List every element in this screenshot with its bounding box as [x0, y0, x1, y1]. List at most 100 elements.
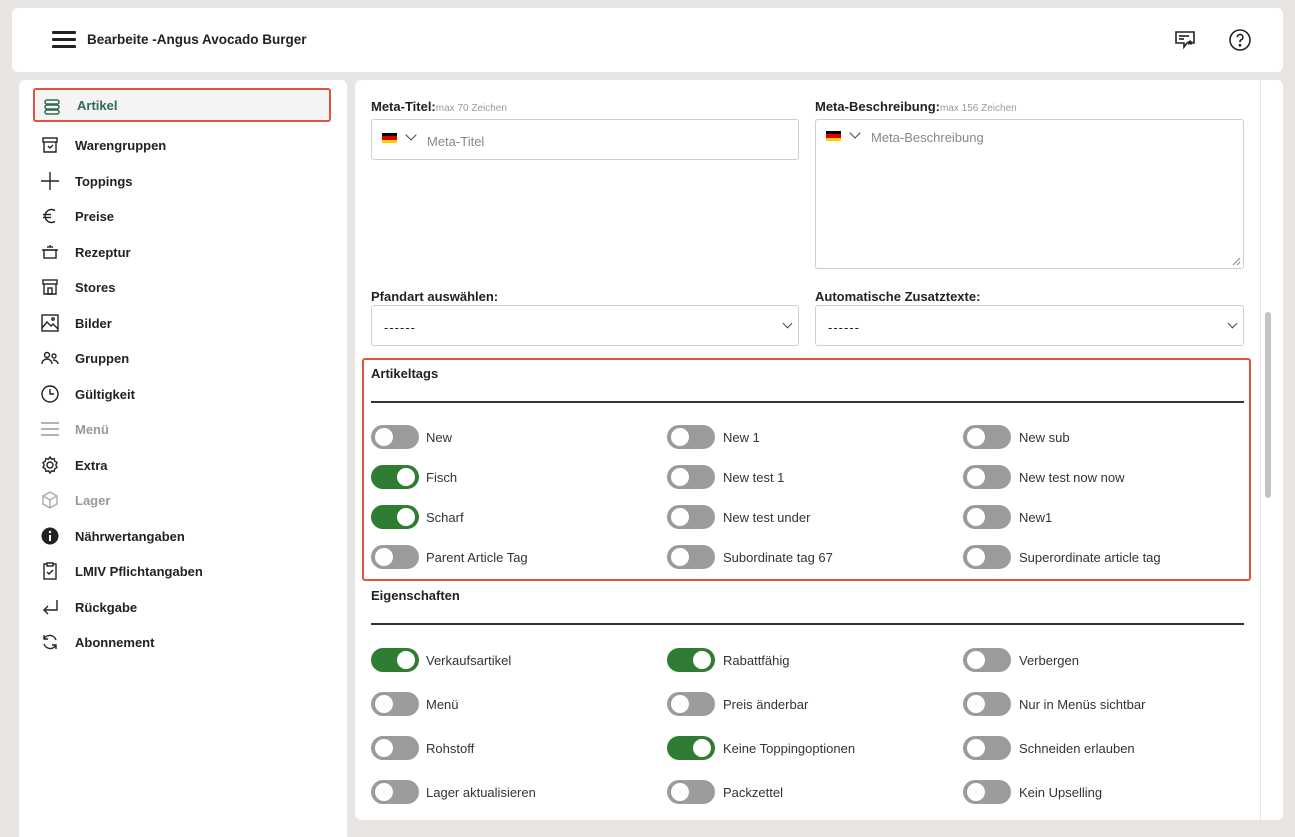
- toggle-tag-new-1[interactable]: [667, 425, 715, 449]
- toggle-label: New test under: [723, 510, 811, 525]
- toggle-tag-new[interactable]: [371, 425, 419, 449]
- pot-icon: [41, 243, 59, 261]
- sidebar-item-rezeptur[interactable]: Rezeptur: [33, 235, 331, 269]
- toggle-kein-upselling[interactable]: [963, 780, 1011, 804]
- toggle-tag-subordinate-tag-67[interactable]: [667, 545, 715, 569]
- zusatztexte-label: Automatische Zusatztexte:: [815, 289, 981, 304]
- toggle-tag-new-test-now-now[interactable]: [963, 465, 1011, 489]
- sidebar-item-label: Bilder: [75, 315, 112, 331]
- toggle-lager-aktualisieren[interactable]: [371, 780, 419, 804]
- pfandart-label: Pfandart auswählen:: [371, 289, 499, 304]
- toggle-verbergen[interactable]: [963, 648, 1011, 672]
- store-icon: [41, 278, 59, 296]
- stack-icon: [43, 98, 61, 116]
- section-divider: [371, 623, 1244, 625]
- cube-icon: [41, 491, 59, 509]
- sidebar-item-label: Preise: [75, 208, 115, 224]
- toggle-label: Rohstoff: [426, 741, 475, 756]
- sidebar-item-artikel[interactable]: Artikel: [33, 88, 331, 122]
- sidebar-item-label: Rückgabe: [75, 599, 138, 615]
- clock-icon: [41, 385, 59, 403]
- toggle-tag-new-sub[interactable]: [963, 425, 1011, 449]
- toggle-tag-new-test-under[interactable]: [667, 505, 715, 529]
- toggle-label: Preis änderbar: [723, 697, 809, 712]
- sidebar-item-warengruppen[interactable]: Warengruppen: [33, 128, 331, 162]
- sidebar-item-label: Warengruppen: [75, 137, 167, 153]
- toggle-nur-in-menues-sichtbar[interactable]: [963, 692, 1011, 716]
- toggle-tag-new-test-1[interactable]: [667, 465, 715, 489]
- sidebar-item-label: Toppings: [75, 173, 133, 189]
- toggle-preis-aenderbar[interactable]: [667, 692, 715, 716]
- image-icon: [41, 314, 59, 332]
- sidebar-item-gueltigkeit[interactable]: Gültigkeit: [33, 377, 331, 411]
- scrollbar-thumb[interactable]: [1265, 312, 1271, 498]
- toggle-verkaufsartikel[interactable]: [371, 648, 419, 672]
- toggle-tag-parent-article-tag[interactable]: [371, 545, 419, 569]
- section-divider: [371, 401, 1244, 403]
- toggle-tag-fisch[interactable]: [371, 465, 419, 489]
- sidebar-item-gruppen[interactable]: Gruppen: [33, 341, 331, 375]
- sidebar-item-stores[interactable]: Stores: [33, 270, 331, 304]
- toggle-keine-toppingoptionen[interactable]: [667, 736, 715, 760]
- artikeltags-title: Artikeltags: [371, 366, 439, 381]
- meta-description-textarea[interactable]: Meta-Beschreibung: [815, 119, 1244, 269]
- sidebar-item-naehrwertangaben[interactable]: Nährwertangaben: [33, 519, 331, 553]
- toggle-label: Superordinate article tag: [1019, 550, 1161, 565]
- toggle-label: Nur in Menüs sichtbar: [1019, 697, 1146, 712]
- chat-star-icon[interactable]: [1173, 28, 1197, 52]
- resize-handle-icon[interactable]: [1231, 256, 1241, 266]
- zusatztexte-value: ------: [828, 320, 860, 335]
- sidebar-item-label: Stores: [75, 279, 116, 295]
- toggle-label: Keine Toppingoptionen: [723, 741, 856, 756]
- sidebar-item-preise[interactable]: Preise: [33, 199, 331, 233]
- sidebar-item-bilder[interactable]: Bilder: [33, 306, 331, 340]
- toggle-tag-superordinate-article-tag[interactable]: [963, 545, 1011, 569]
- sidebar-item-label: Abonnement: [75, 634, 155, 650]
- hamburger-menu-icon[interactable]: [52, 31, 76, 49]
- meta-description-label: Meta-Beschreibung:max 156 Zeichen: [815, 99, 1017, 114]
- toggle-label: Verbergen: [1019, 653, 1079, 668]
- meta-title-label: Meta-Titel:max 70 Zeichen: [371, 99, 507, 114]
- sidebar-item-toppings[interactable]: Toppings: [33, 164, 331, 198]
- help-circle-icon[interactable]: [1228, 28, 1252, 52]
- pfandart-value: ------: [384, 320, 416, 335]
- box-icon: [41, 136, 59, 154]
- zusatztexte-select[interactable]: ------: [815, 305, 1244, 346]
- toggle-label: Scharf: [426, 510, 464, 525]
- sidebar-item-rueckgabe[interactable]: Rückgabe: [33, 590, 331, 624]
- info-icon: [41, 527, 59, 545]
- meta-title-hint: max 70 Zeichen: [435, 103, 507, 114]
- toggle-schneiden-erlauben[interactable]: [963, 736, 1011, 760]
- toggle-label: New test now now: [1019, 470, 1125, 485]
- toggle-tag-new1[interactable]: [963, 505, 1011, 529]
- toggle-menue[interactable]: [371, 692, 419, 716]
- sidebar-item-label: Nährwertangaben: [75, 528, 185, 544]
- sidebar-item-lager[interactable]: Lager: [33, 483, 331, 517]
- sidebar-item-label: Extra: [75, 457, 108, 473]
- toggle-tag-scharf[interactable]: [371, 505, 419, 529]
- sidebar-item-label: Gruppen: [75, 350, 130, 366]
- chevron-down-icon[interactable]: [849, 127, 861, 139]
- toggle-packzettel[interactable]: [667, 780, 715, 804]
- scrollbar-track: [1260, 80, 1261, 820]
- sidebar-item-abonnement[interactable]: Abonnement: [33, 625, 331, 659]
- clipboard-check-icon: [41, 562, 59, 580]
- meta-title-input[interactable]: Meta-Titel: [371, 119, 799, 160]
- sidebar-item-lmiv[interactable]: LMIV Pflichtangaben: [33, 554, 331, 588]
- sidebar-item-label: Menü: [75, 421, 109, 437]
- toggle-label: Fisch: [426, 470, 458, 485]
- toggle-label: Lager aktualisieren: [426, 785, 536, 800]
- de-flag-icon: [382, 133, 397, 143]
- sidebar-item-extra[interactable]: Extra: [33, 448, 331, 482]
- refresh-icon: [41, 633, 59, 651]
- sidebar-item-label: LMIV Pflichtangaben: [75, 563, 203, 579]
- pfandart-select[interactable]: ------: [371, 305, 799, 346]
- toggle-rohstoff[interactable]: [371, 736, 419, 760]
- toggle-label: Parent Article Tag: [426, 550, 528, 565]
- toggle-rabattfaehig[interactable]: [667, 648, 715, 672]
- meta-description-hint: max 156 Zeichen: [939, 103, 1017, 114]
- chevron-down-icon[interactable]: [405, 129, 417, 141]
- toggle-label: Verkaufsartikel: [426, 653, 512, 668]
- sidebar-item-menue[interactable]: Menü: [33, 412, 331, 446]
- eigenschaften-title: Eigenschaften: [371, 588, 460, 603]
